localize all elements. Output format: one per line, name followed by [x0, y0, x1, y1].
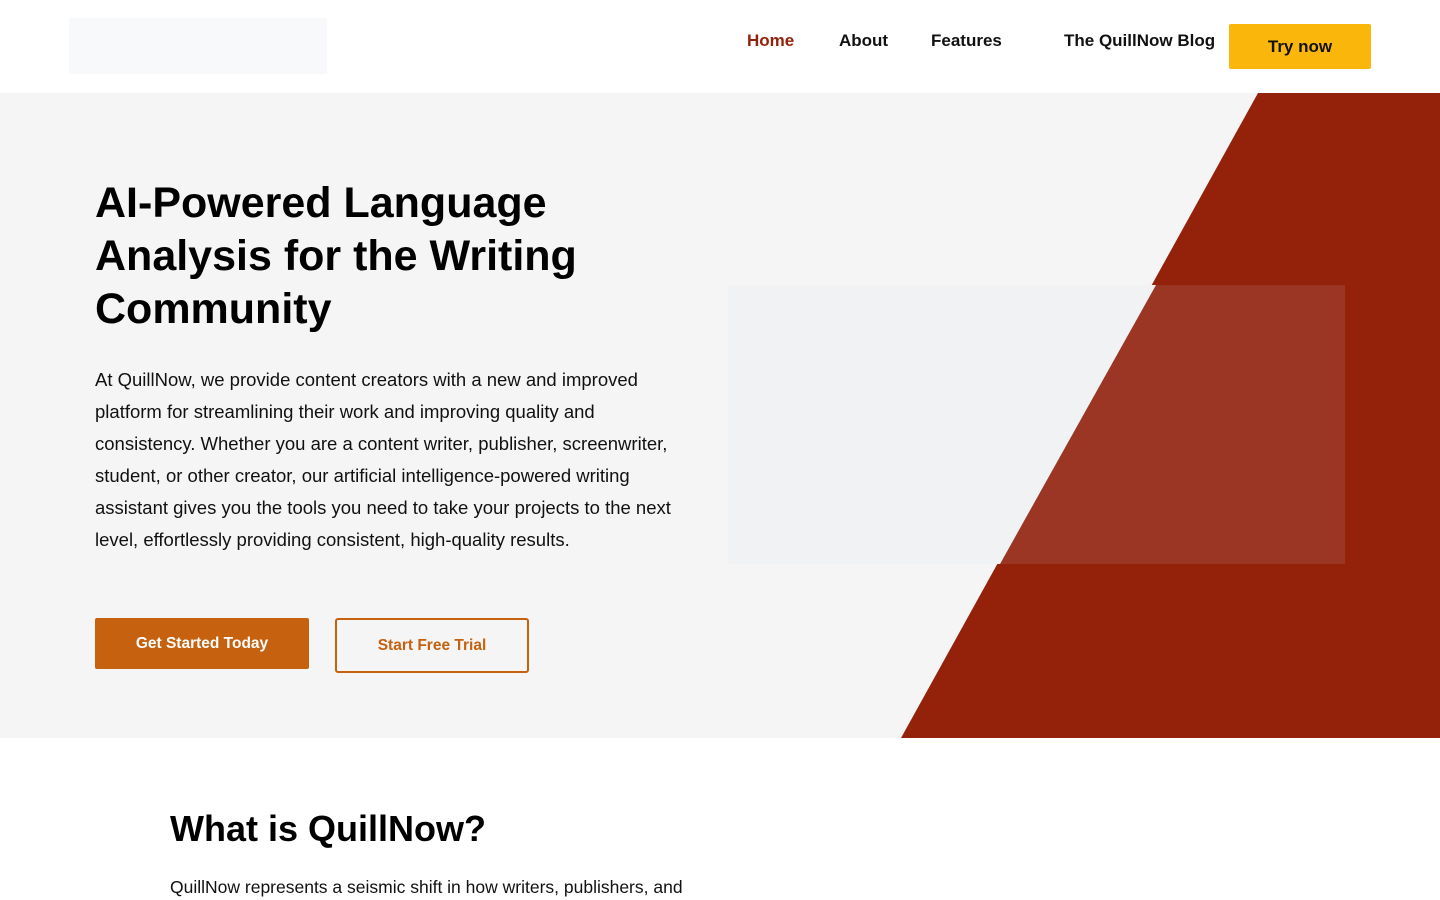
nav-features[interactable]: Features [931, 31, 1002, 51]
nav-home[interactable]: Home [747, 31, 794, 51]
section-text: QuillNow represents a seismic shift in h… [170, 877, 683, 897]
nav-blog[interactable]: The QuillNow Blog [1064, 31, 1215, 51]
section-title: What is QuillNow? [170, 808, 486, 849]
site-header: Home About Features The QuillNow Blog Tr… [0, 0, 1440, 93]
get-started-button[interactable]: Get Started Today [95, 618, 309, 669]
nav-about[interactable]: About [839, 31, 888, 51]
hero-image [728, 285, 1345, 564]
hero-description: At QuillNow, we provide content creators… [95, 369, 671, 550]
logo[interactable] [69, 18, 327, 74]
try-now-button[interactable]: Try now [1229, 24, 1371, 69]
start-free-trial-button[interactable]: Start Free Trial [335, 618, 529, 673]
hero-title: AI-Powered Language Analysis for the Wri… [95, 179, 577, 333]
hero-section: AI-Powered Language Analysis for the Wri… [0, 93, 1440, 738]
